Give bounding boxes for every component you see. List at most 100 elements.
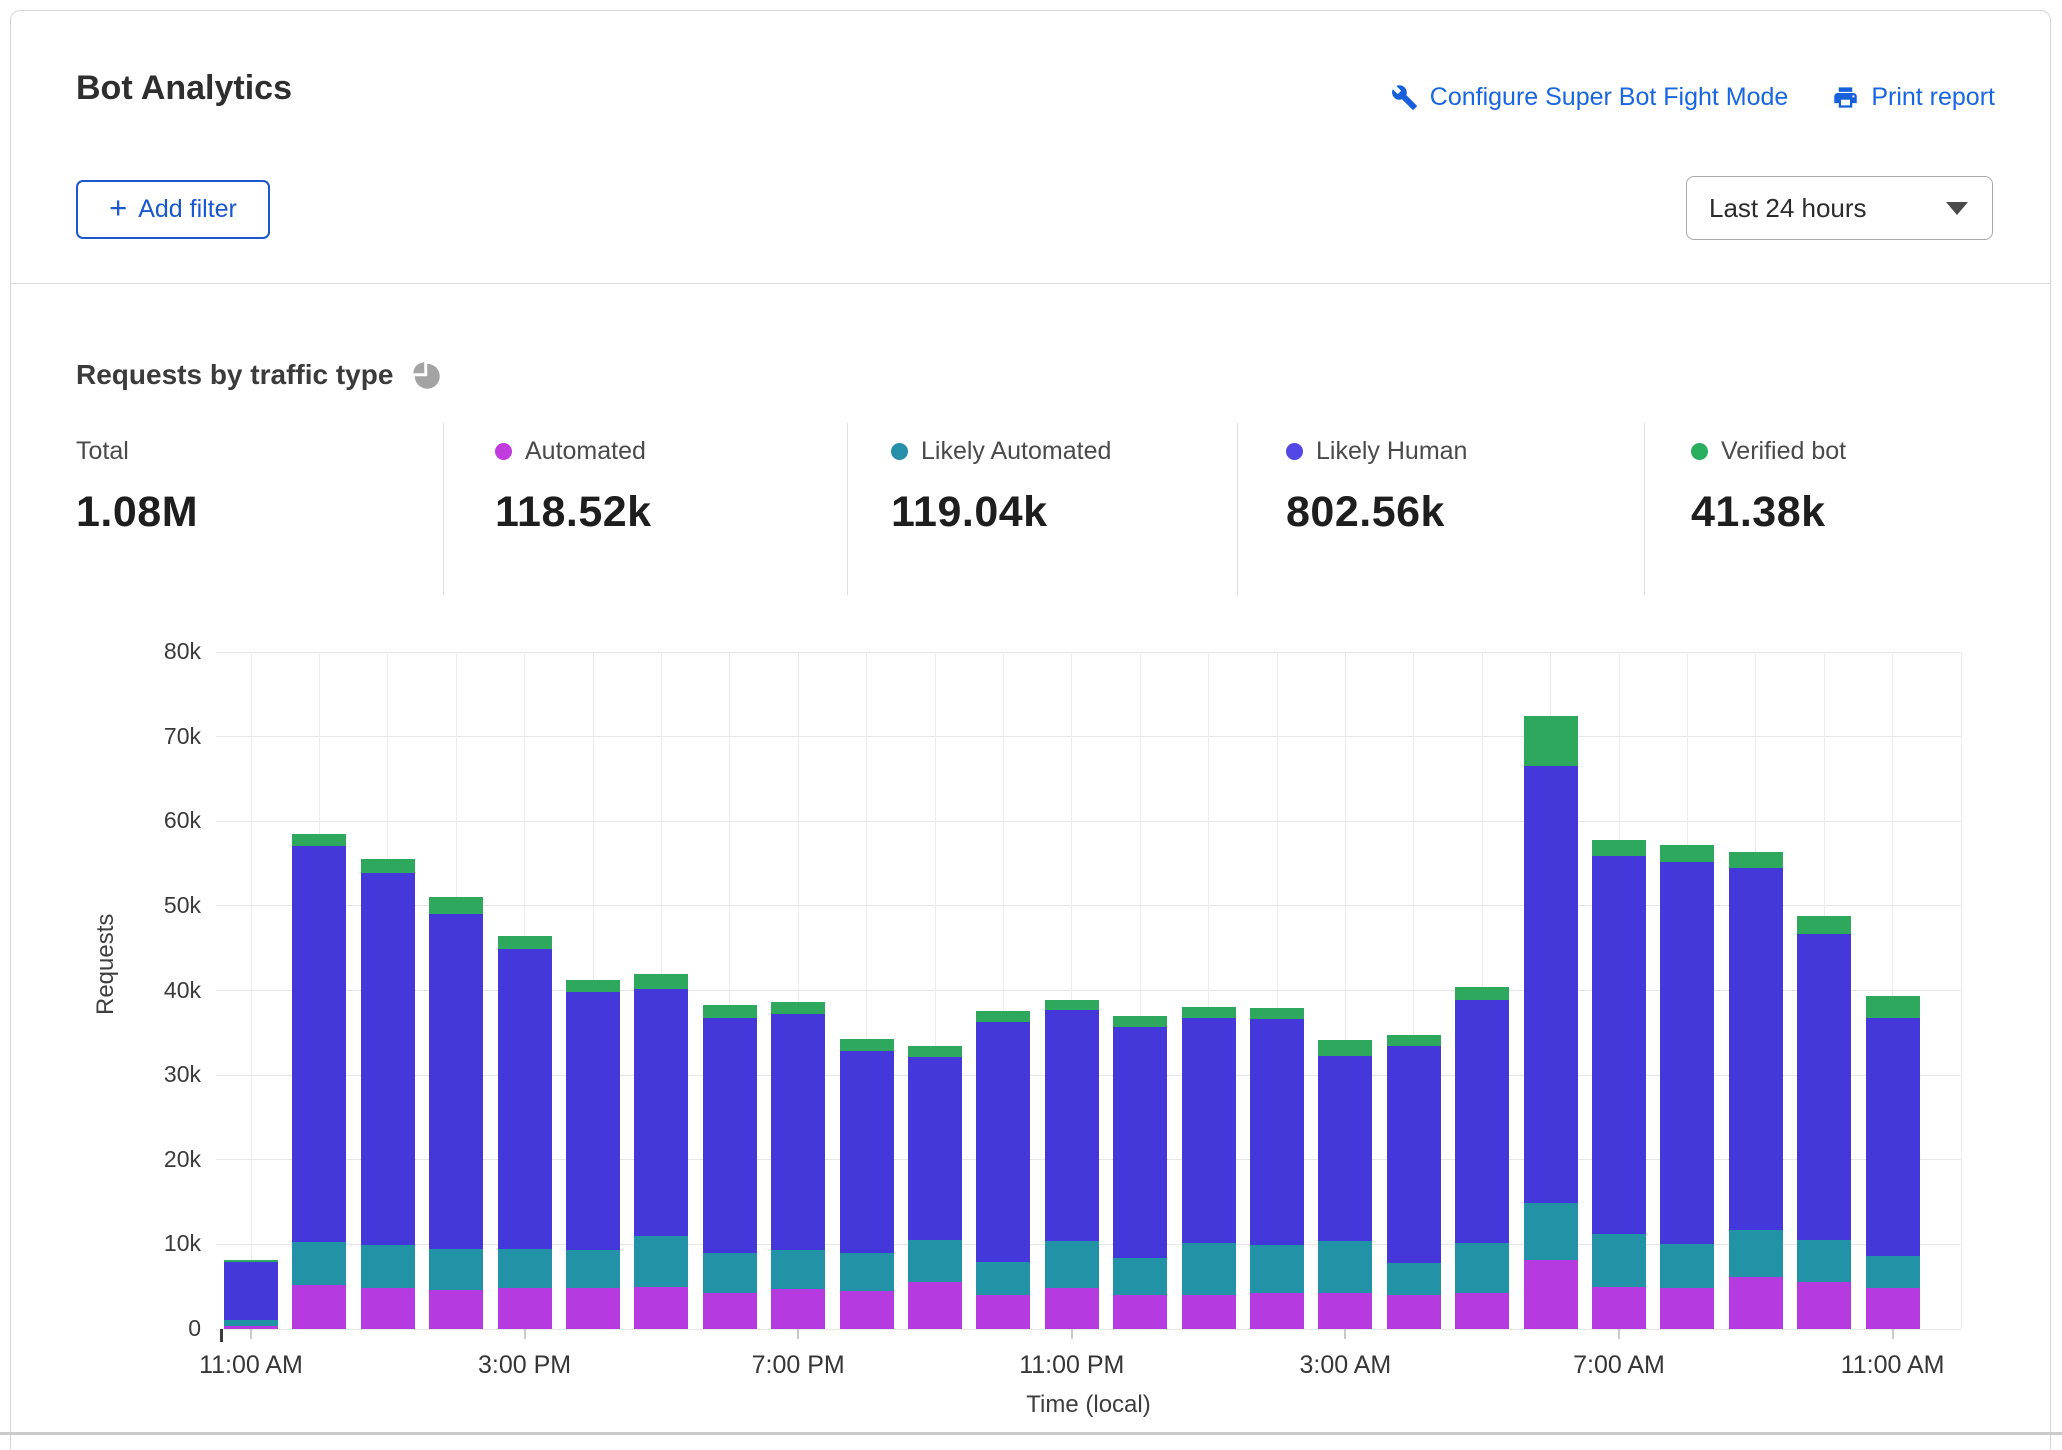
- bar-segment-verified-bot: [1797, 916, 1851, 934]
- bar-segment-verified-bot: [976, 1011, 1030, 1022]
- stat-total: Total 1.08M: [76, 436, 198, 537]
- bar-segment-automated: [498, 1288, 552, 1329]
- bar-segment-automated: [1455, 1293, 1509, 1329]
- bar-segment-likely-automated: [566, 1250, 620, 1288]
- bar-segment-likely-automated: [1182, 1243, 1236, 1295]
- x-tick-label: 11:00 AM: [1793, 1351, 1993, 1380]
- stat-value: 118.52k: [495, 488, 652, 537]
- x-tick-mark: [1618, 1329, 1620, 1339]
- stat-divider: [1237, 423, 1238, 595]
- bar-segment-likely-human: [840, 1051, 894, 1252]
- bar-segment-automated: [1524, 1260, 1578, 1329]
- bar-segment-likely-human: [703, 1018, 757, 1252]
- bar-segment-likely-human: [1660, 862, 1714, 1245]
- bar-segment-likely-human: [292, 846, 346, 1242]
- bar-21[interactable]: [1660, 652, 1714, 1329]
- bar-segment-automated: [771, 1289, 825, 1329]
- x-axis-title: Time (local): [216, 1391, 1961, 1419]
- bar-4[interactable]: [498, 652, 552, 1329]
- bar-17[interactable]: [1387, 652, 1441, 1329]
- bar-segment-likely-automated: [292, 1242, 346, 1285]
- print-link-label: Print report: [1871, 83, 1995, 112]
- bar-segment-likely-human: [1455, 1000, 1509, 1243]
- stat-value: 41.38k: [1691, 488, 1846, 537]
- bar-10[interactable]: [908, 652, 962, 1329]
- bar-segment-likely-human: [976, 1022, 1030, 1262]
- bar-9[interactable]: [840, 652, 894, 1329]
- stat-value: 1.08M: [76, 488, 198, 537]
- stat-divider: [443, 423, 444, 595]
- y-tick-label: 10k: [111, 1230, 201, 1257]
- bar-segment-verified-bot: [1250, 1008, 1304, 1019]
- x-tick-label: 11:00 AM: [151, 1351, 351, 1380]
- bar-7[interactable]: [703, 652, 757, 1329]
- bar-segment-verified-bot: [1045, 1000, 1099, 1010]
- print-report-link[interactable]: Print report: [1832, 83, 1995, 112]
- bar-24[interactable]: [1866, 652, 1920, 1329]
- bar-22[interactable]: [1729, 652, 1783, 1329]
- bar-15[interactable]: [1250, 652, 1304, 1329]
- requests-by-traffic-type-chart: [216, 652, 1961, 1329]
- bar-18[interactable]: [1455, 652, 1509, 1329]
- bar-5[interactable]: [566, 652, 620, 1329]
- bar-14[interactable]: [1182, 652, 1236, 1329]
- bar-23[interactable]: [1797, 652, 1851, 1329]
- bar-segment-verified-bot: [498, 936, 552, 949]
- x-tick-label: 11:00 PM: [972, 1351, 1172, 1380]
- bar-3[interactable]: [429, 652, 483, 1329]
- bar-20[interactable]: [1592, 652, 1646, 1329]
- bar-segment-automated: [1387, 1295, 1441, 1329]
- y-tick-label: 80k: [111, 638, 201, 665]
- bar-segment-likely-automated: [1592, 1234, 1646, 1286]
- bar-1[interactable]: [292, 652, 346, 1329]
- bar-19[interactable]: [1524, 652, 1578, 1329]
- time-range-select[interactable]: Last 24 hours: [1686, 176, 1993, 240]
- bar-segment-verified-bot: [908, 1046, 962, 1057]
- x-tick-label: 3:00 PM: [425, 1351, 625, 1380]
- bar-11[interactable]: [976, 652, 1030, 1329]
- bar-segment-likely-automated: [1729, 1230, 1783, 1277]
- add-filter-button[interactable]: + Add filter: [76, 180, 270, 239]
- bar-segment-verified-bot: [1182, 1007, 1236, 1017]
- bar-segment-verified-bot: [703, 1005, 757, 1019]
- y-tick-label: 0: [111, 1315, 201, 1342]
- bar-segment-likely-human: [1182, 1018, 1236, 1243]
- bar-segment-likely-human: [1592, 856, 1646, 1234]
- legend-dot-likely-automated: [891, 443, 908, 460]
- stat-label: Total: [76, 437, 129, 466]
- y-tick-label: 50k: [111, 892, 201, 919]
- plus-icon: +: [109, 190, 127, 226]
- bar-segment-verified-bot: [1387, 1035, 1441, 1047]
- bar-segment-automated: [292, 1285, 346, 1329]
- configure-super-bot-fight-mode-link[interactable]: Configure Super Bot Fight Mode: [1391, 83, 1789, 112]
- x-tick-mark: [1892, 1329, 1894, 1339]
- bar-segment-likely-automated: [840, 1253, 894, 1291]
- bar-segment-likely-human: [224, 1262, 278, 1320]
- bar-segment-likely-automated: [224, 1320, 278, 1326]
- bar-segment-automated: [429, 1290, 483, 1329]
- bar-segment-likely-automated: [361, 1245, 415, 1288]
- stat-label: Likely Human: [1316, 437, 1467, 466]
- bar-segment-automated: [634, 1287, 688, 1329]
- bar-segment-verified-bot: [1455, 987, 1509, 1000]
- x-tick-mark: [1344, 1329, 1346, 1339]
- bar-16[interactable]: [1318, 652, 1372, 1329]
- bar-segment-automated: [1660, 1288, 1714, 1329]
- bar-6[interactable]: [634, 652, 688, 1329]
- bar-12[interactable]: [1045, 652, 1099, 1329]
- bar-segment-automated: [1113, 1295, 1167, 1329]
- bar-segment-likely-automated: [429, 1249, 483, 1290]
- legend-dot-automated: [495, 443, 512, 460]
- bar-segment-likely-human: [908, 1057, 962, 1241]
- bar-8[interactable]: [771, 652, 825, 1329]
- stat-divider: [847, 423, 848, 595]
- y-tick-label: 20k: [111, 1146, 201, 1173]
- bar-segment-likely-automated: [771, 1250, 825, 1289]
- section-title: Requests by traffic type: [76, 359, 393, 391]
- bar-13[interactable]: [1113, 652, 1167, 1329]
- bar-segment-verified-bot: [771, 1002, 825, 1014]
- bar-0[interactable]: [224, 652, 278, 1329]
- stat-label: Likely Automated: [921, 437, 1111, 466]
- bar-segment-verified-bot: [292, 834, 346, 846]
- bar-2[interactable]: [361, 652, 415, 1329]
